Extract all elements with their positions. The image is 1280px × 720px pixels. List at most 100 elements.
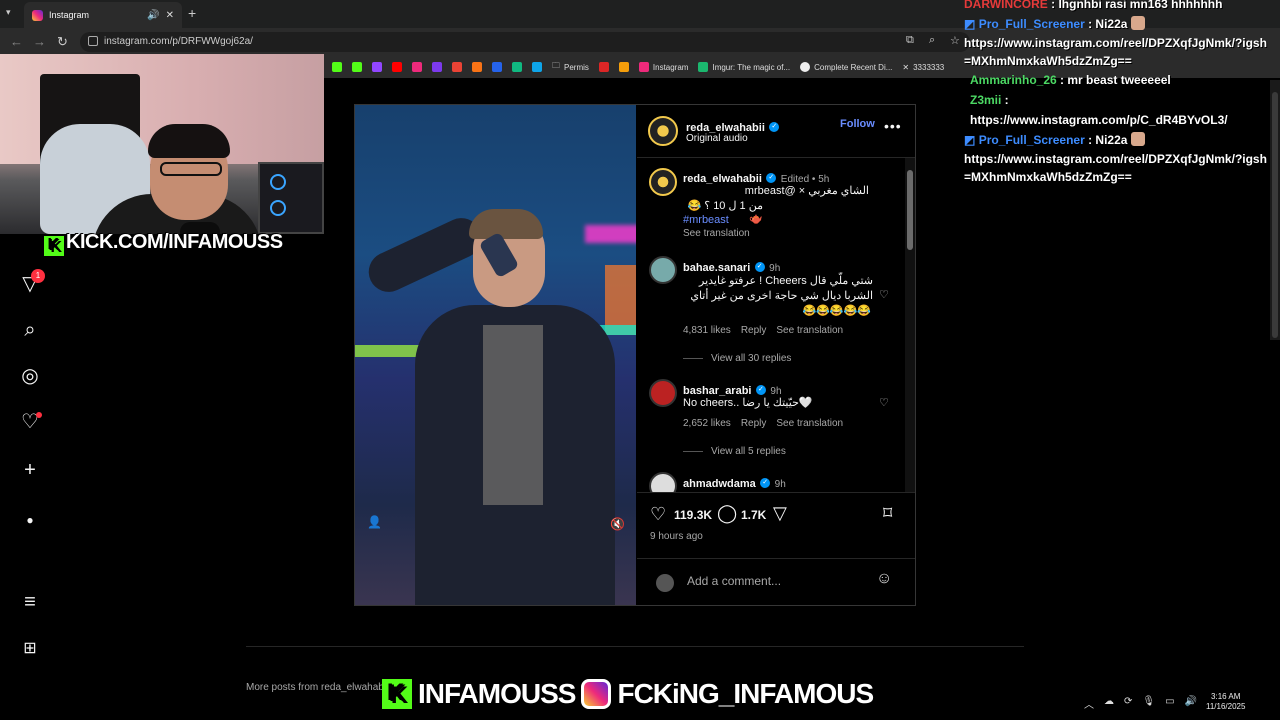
audio-label[interactable]: Original audio [686, 133, 748, 144]
like-icon[interactable]: ♡ [650, 504, 666, 525]
post-video[interactable]: 👤 🔇 [355, 105, 636, 605]
emoji-icon[interactable]: ☺ [876, 570, 892, 588]
site-info-icon[interactable] [88, 36, 98, 46]
comment-likes[interactable]: 2,652 likes [683, 418, 731, 429]
comments-list: reda_elwahabii ✓ Edited • 5h الشاي مغربي… [637, 158, 905, 492]
caption-avatar[interactable] [649, 168, 677, 196]
kick-logo-icon: K [382, 679, 412, 709]
kick-bookmark-icon[interactable] [332, 62, 342, 72]
close-tab-icon[interactable]: ✕ [166, 10, 174, 21]
search-icon[interactable]: ⌕ [18, 318, 42, 342]
create-icon[interactable]: + [18, 458, 42, 482]
twitch-bookmark-icon[interactable] [372, 62, 382, 72]
bookmark-permis[interactable]: 🗀 Permis [552, 60, 589, 74]
kick-logo-icon: K [44, 236, 64, 256]
like-comment-icon[interactable]: ♡ [879, 288, 889, 301]
save-icon[interactable]: ⌑ [883, 503, 892, 524]
chat-username: DARWINCORE [964, 0, 1048, 11]
view-replies-button[interactable]: View all 30 replies [711, 353, 791, 364]
follow-button[interactable]: Follow [840, 118, 875, 130]
profile-avatar-icon[interactable]: ● [18, 508, 42, 532]
bookmark-github[interactable]: Complete Recent Di... [800, 62, 892, 72]
mute-icon[interactable]: 🔇 [610, 517, 625, 531]
taskbar-clock[interactable]: 3:16 AM 11/16/2025 [1206, 692, 1245, 712]
page-scroll-thumb[interactable] [1272, 92, 1278, 338]
network-icon[interactable]: ▭ [1165, 696, 1174, 711]
tab-list-icon[interactable]: ▾ [6, 7, 11, 18]
replies-line [683, 451, 703, 452]
app6-bookmark-icon[interactable] [598, 62, 609, 72]
volume-icon[interactable]: 🔊 [1185, 696, 1197, 711]
gmail-bookmark-icon[interactable] [452, 62, 462, 72]
comments-count[interactable]: 1.7K [741, 508, 766, 522]
likes-count[interactable]: 119.3K [674, 508, 712, 522]
back-icon[interactable]: ← [10, 34, 23, 49]
app5-bookmark-icon[interactable] [532, 62, 542, 72]
app4-bookmark-icon[interactable] [512, 62, 522, 72]
menu-icon[interactable]: ≡ [18, 590, 42, 614]
app3-bookmark-icon[interactable] [492, 62, 502, 72]
man-arm [362, 211, 488, 299]
streamer-glasses [160, 162, 222, 176]
comment-likes[interactable]: 4,831 likes [683, 325, 731, 336]
more-posts-heading[interactable]: More posts from reda_elwahabii [246, 682, 388, 693]
share-icon[interactable]: ▽ [773, 503, 787, 524]
browser-tab-instagram[interactable]: Instagram 🔊 ✕ [24, 2, 182, 28]
webcam-overlay [0, 54, 324, 234]
apps-icon[interactable]: ⊞ [18, 637, 42, 661]
sync-icon[interactable]: ⟳ [1124, 696, 1132, 711]
caption-hashtag[interactable]: #mrbeast [683, 214, 729, 226]
comment-icon[interactable]: ◯ [717, 503, 737, 524]
caption-see-translation[interactable]: See translation [683, 228, 750, 239]
speaker-icon[interactable]: 🔊 [147, 10, 159, 21]
reply-button[interactable]: Reply [741, 418, 767, 429]
like-comment-icon[interactable]: ♡ [879, 396, 889, 409]
caption-line1: الشاي مغربي × @mrbeast [744, 185, 869, 197]
kick-bookmark-icon-2[interactable] [352, 62, 362, 72]
pc-fan [270, 174, 286, 190]
chat-username: Ammarinho_26 [970, 73, 1057, 87]
bookmark-imgur[interactable]: Imgur: The magic of... [698, 62, 790, 72]
explore-icon[interactable]: ◎ [18, 364, 42, 388]
mic-icon[interactable]: 🎙 [1142, 696, 1155, 711]
comment-avatar[interactable] [649, 256, 677, 284]
comment-avatar[interactable] [649, 472, 677, 492]
app-bookmark-icon[interactable] [432, 62, 442, 72]
app2-bookmark-icon[interactable] [472, 62, 482, 72]
neon-light [585, 225, 636, 243]
url-input[interactable]: instagram.com/p/DRFWWgoj62a/ [80, 32, 970, 52]
see-translation-button[interactable]: See translation [776, 325, 843, 336]
new-tab-button[interactable]: + [188, 5, 196, 21]
comment-username[interactable]: bahae.sanari [683, 262, 750, 274]
bookmark-x[interactable]: ✕ 3333333 [902, 63, 944, 72]
chat-message: ◩ Pro_Full_Screener : Ni22a [964, 130, 1270, 150]
bookmark-label: Imgur: The magic of... [712, 62, 791, 72]
chart-bookmark-icon[interactable] [618, 62, 629, 72]
instagram-icon [638, 62, 649, 72]
reload-icon[interactable]: ↻ [57, 34, 68, 50]
instagram-bookmark-icon[interactable] [412, 62, 422, 72]
more-options-icon[interactable]: ••• [884, 118, 902, 134]
comments-scroll-thumb[interactable] [907, 170, 913, 250]
badge-icon: ◩ [964, 17, 976, 31]
bookmark-instagram[interactable]: Instagram [638, 62, 688, 72]
comment-meta: 4,831 likes Reply See translation [683, 325, 843, 336]
see-translation-button[interactable]: See translation [776, 418, 843, 429]
bookmark-label: 3333333 [913, 62, 945, 72]
author-avatar[interactable] [648, 116, 678, 146]
comment-avatar[interactable] [649, 379, 677, 407]
chevron-up-icon[interactable]: ︿ [1084, 696, 1094, 711]
bookmark-star-icon[interactable]: ☆ [950, 34, 960, 47]
zoom-icon[interactable]: ⌕ [929, 34, 935, 47]
comment-input[interactable]: Add a comment... [687, 574, 781, 588]
cloud-icon[interactable]: ☁ [1104, 696, 1114, 711]
comment-username[interactable]: ahmadwdama [683, 478, 756, 490]
verified-icon: ✓ [755, 384, 766, 395]
youtube-bookmark-icon[interactable] [392, 62, 402, 72]
forward-icon[interactable]: → [33, 34, 46, 49]
reply-button[interactable]: Reply [741, 325, 767, 336]
comment-text: الشربا ديال شي حاجة اخرى من غير أتاي [690, 290, 873, 302]
view-replies-button[interactable]: View all 5 replies [711, 446, 786, 457]
tagged-user-icon[interactable]: 👤 [367, 515, 382, 529]
install-icon[interactable]: ⧉ [906, 34, 914, 47]
